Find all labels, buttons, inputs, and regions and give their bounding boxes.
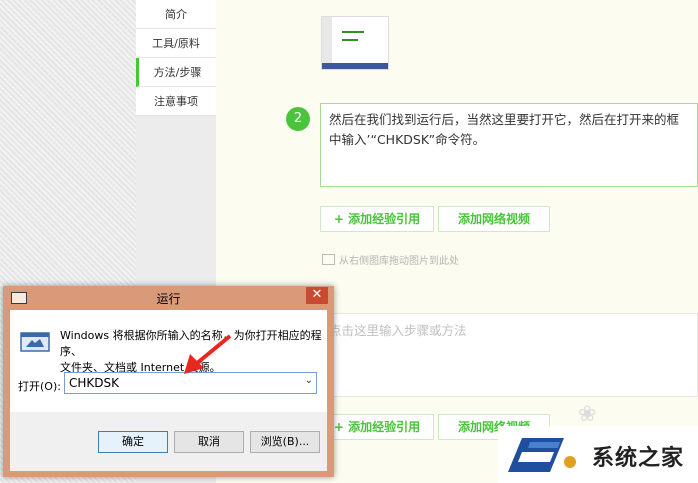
dialog-title: 运行 — [156, 292, 181, 306]
dialog-titlebar[interactable]: 运行 ✕ — [3, 286, 334, 310]
drag-image-hint: 从右侧图库拖动图片到此处 — [322, 252, 459, 267]
close-button[interactable]: ✕ — [306, 287, 328, 304]
add-experience-button-2[interactable]: + 添加经验引用 — [320, 414, 434, 440]
step-number-badge: 2 — [286, 107, 310, 131]
sidebar-item-intro[interactable]: 简介 — [136, 0, 216, 29]
add-video-button[interactable]: 添加网络视频 — [438, 206, 550, 232]
sidebar-item-notes[interactable]: 注意事项 — [136, 87, 216, 116]
site-watermark: 系统之家 — [498, 426, 698, 483]
step-thumbnail-image[interactable] — [321, 16, 389, 70]
image-icon — [322, 254, 335, 265]
dialog-body: Windows 将根据你所输入的名称，为你打开相应的程序、 文件夹、文档或 In… — [10, 310, 327, 471]
watermark-text: 系统之家 — [592, 446, 685, 471]
run-command-input[interactable]: CHKDSK ⌄ — [64, 372, 317, 394]
cancel-button[interactable]: 取消 — [174, 431, 244, 453]
thumbnail-sidebar — [322, 17, 332, 63]
thumbnail-line — [342, 39, 358, 41]
thumbnail-line — [342, 31, 364, 33]
open-label: 打开(O): — [18, 380, 61, 393]
step-input-editor[interactable]: 点击这里输入步骤或方法 — [320, 313, 698, 397]
site-logo-icon — [508, 438, 576, 472]
drag-hint-text: 从右侧图库拖动图片到此处 — [339, 256, 459, 267]
ok-button[interactable]: 确定 — [98, 431, 168, 453]
dialog-button-area: 确定 取消 浏览(B)... — [10, 412, 327, 471]
run-program-icon — [20, 332, 50, 352]
dialog-description: Windows 将根据你所输入的名称，为你打开相应的程序、 文件夹、文档或 In… — [60, 329, 322, 374]
step-text-editor[interactable]: 然后在我们找到运行后，当然这里要打开它，然后在打开来的框中输入’“CHKDSK”… — [320, 103, 698, 187]
add-experience-button[interactable]: + 添加经验引用 — [320, 206, 434, 232]
chevron-down-icon[interactable]: ⌄ — [305, 375, 313, 386]
run-dialog: 运行 ✕ Windows 将根据你所输入的名称，为你打开相应的程序、 文件夹、文… — [3, 286, 334, 477]
thumbnail-taskbar — [322, 63, 388, 69]
run-command-value: CHKDSK — [69, 376, 119, 390]
browse-button[interactable]: 浏览(B)... — [250, 431, 320, 453]
paw-watermark-icon: ❀ — [578, 402, 597, 427]
sidebar-item-steps[interactable]: 方法/步骤 — [136, 58, 216, 87]
sidebar-item-tools[interactable]: 工具/原料 — [136, 29, 216, 58]
